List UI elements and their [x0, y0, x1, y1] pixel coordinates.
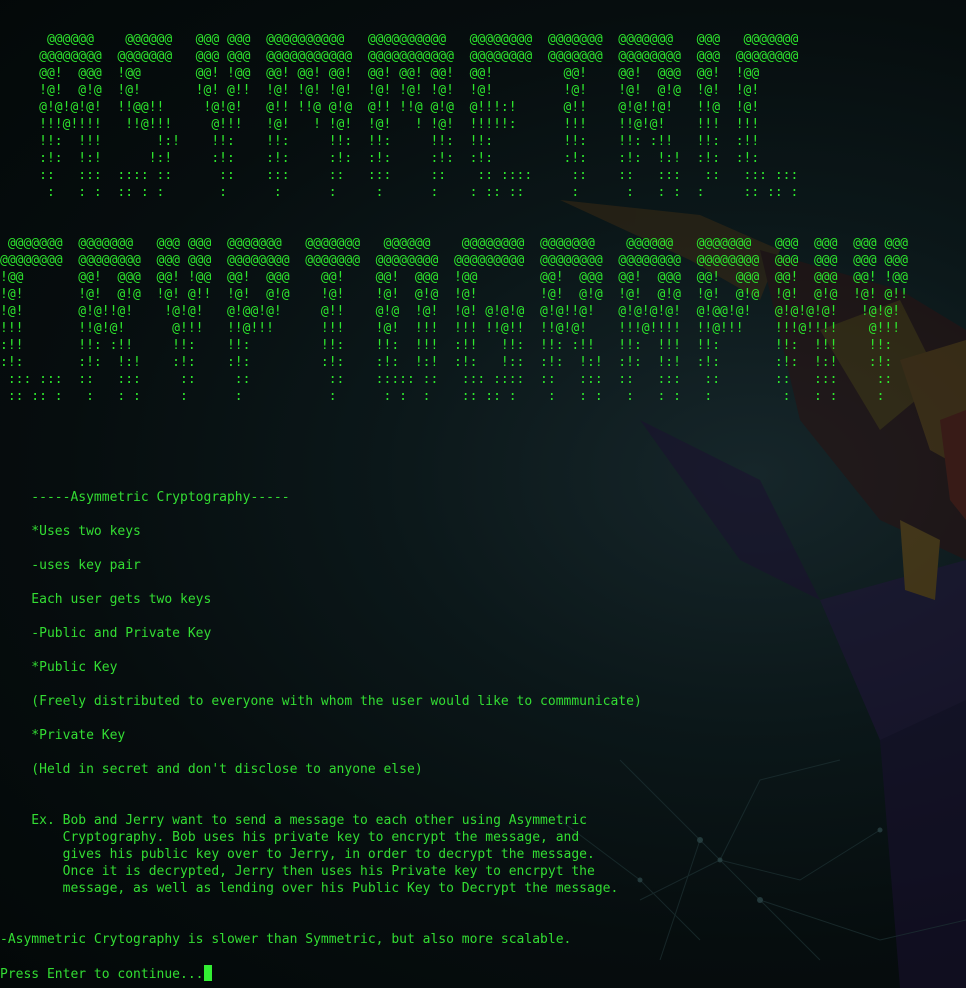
ascii-banner-top-row: @@@@@@ @@@@@@ @@@ @@@ @@@@@@@@@@ @@@@@@@… — [0, 32, 799, 47]
wallpaper-shape — [940, 410, 966, 520]
ascii-banner-top-row: @@! @@@ !@@ @@! !@@ @@! @@! @@! @@! @@! … — [0, 66, 760, 81]
wallpaper-shape — [900, 340, 966, 470]
example-line: gives his public key over to Jerry, in o… — [0, 847, 595, 862]
ascii-banner-bottom-row: :!! !!: :!! !!: !!: !!: !!: !!! :!! !!: … — [0, 338, 893, 353]
ascii-banner-bottom-row: !@! !@! @!@ !@! @!! !@! @!@ !@! !@! @!@ … — [0, 287, 908, 302]
lesson-line-public-private: -Public and Private Key — [0, 626, 212, 641]
wallpaper-shape — [880, 700, 966, 988]
wallpaper-shape — [820, 560, 966, 800]
lesson-heading: -----Asymmetric Cryptography----- — [0, 490, 290, 505]
lesson-line-private-key: *Private Key — [0, 728, 126, 743]
example-line: Ex. Bob and Jerry want to send a message… — [0, 813, 587, 828]
ascii-banner-top-row: @@@@@@@@ @@@@@@@ @@@ @@@ @@@@@@@@@@@ @@@… — [0, 49, 799, 64]
ascii-banner-bottom-row: ::: ::: :: ::: :: :: :: ::::: :: ::: :::… — [0, 372, 893, 387]
ascii-banner-top-row: !!: !!! !:! !!: !!: !!: !!: !!: !!: !!: … — [0, 134, 760, 149]
example-line: message, as well as lending over his Pub… — [0, 881, 619, 896]
continue-prompt[interactable]: Press Enter to continue... — [0, 965, 212, 983]
lesson-line-public-key: *Public Key — [0, 660, 118, 675]
lesson-line-private-desc: (Held in secret and don't disclose to an… — [0, 762, 423, 777]
lesson-summary: -Asymmetric Crytography is slower than S… — [0, 932, 572, 947]
ascii-banner-bottom-row: :: :: : : : : : : : : : : :: :: : : : : … — [0, 389, 885, 404]
lesson-line-two-keys: *Uses two keys — [0, 524, 141, 539]
wallpaper-shape — [900, 520, 940, 600]
ascii-banner-bottom-row: :!: :!: !:! :!: :!: :!: :!: !:! :!: !:: … — [0, 355, 893, 370]
lesson-line-public-desc: (Freely distributed to everyone with who… — [0, 694, 642, 709]
ascii-banner-top-row: : : : :: : : : : : : : : :: :: : : : : :… — [0, 185, 799, 200]
terminal-window[interactable]: @@@@@@ @@@@@@ @@@ @@@ @@@@@@@@@@ @@@@@@@… — [0, 0, 966, 988]
ascii-banner-top-row: !!!@!!!! !!@!!! @!!! !@! ! !@! !@! ! !@!… — [0, 117, 760, 132]
continue-prompt-text: Press Enter to continue... — [0, 967, 204, 982]
example-line: Once it is decrypted, Jerry then uses hi… — [0, 864, 595, 879]
ascii-banner-bottom-row: !@! @!@!!@! !@!@! @!@@!@! @!! @!@ !@! !@… — [0, 304, 901, 319]
wallpaper-shape — [640, 420, 820, 600]
ascii-banner-top-row: :: ::: :::: :: :: ::: :: ::: :: :: :::: … — [0, 168, 799, 183]
text-cursor — [203, 965, 212, 981]
example-line: Cryptography. Bob uses his private key t… — [0, 830, 580, 845]
ascii-banner-bottom-row: @@@@@@@ @@@@@@@ @@@ @@@ @@@@@@@ @@@@@@@ … — [0, 236, 908, 251]
ascii-banner-bottom-row: @@@@@@@@ @@@@@@@@ @@@ @@@ @@@@@@@@ @@@@@… — [0, 253, 908, 268]
lesson-line-each-user: Each user gets two keys — [0, 592, 212, 607]
ascii-banner-bottom-row: !!! !!@!@! @!!! !!@!!! !!! !@! !!! !!! !… — [0, 321, 901, 336]
ascii-banner-bottom-row: !@@ @@! @@@ @@! !@@ @@! @@@ @@! @@! @@@ … — [0, 270, 908, 285]
ascii-banner-top-row: @!@!@!@! !!@@!! !@!@! @!! !!@ @!@ @!! !!… — [0, 100, 760, 115]
ascii-banner-top-row: !@! @!@ !@! !@! @!! !@! !@! !@! !@! !@! … — [0, 83, 760, 98]
lesson-line-key-pair: -uses key pair — [0, 558, 141, 573]
ascii-banner-top-row: :!: !:! !:! :!: :!: :!: :!: :!: :!: :!: … — [0, 151, 760, 166]
